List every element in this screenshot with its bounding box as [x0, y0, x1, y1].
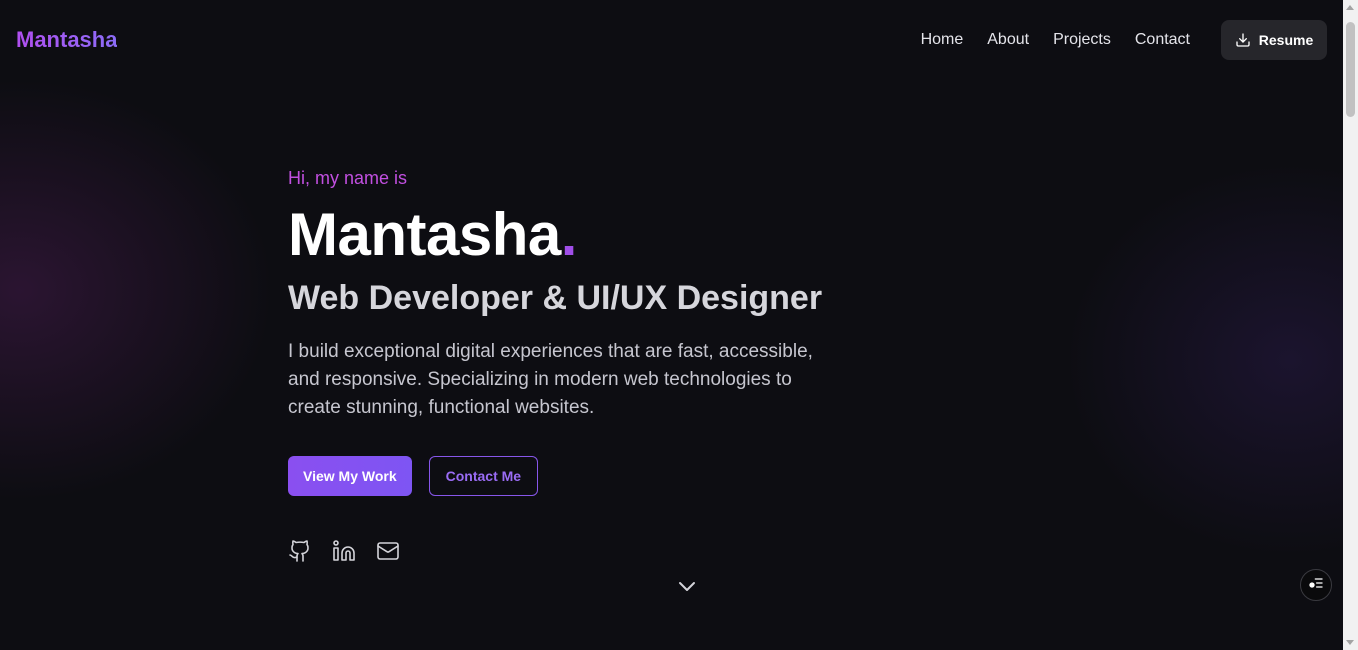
contact-me-button[interactable]: Contact Me: [428, 456, 539, 496]
hero-name-text: Mantasha: [288, 201, 561, 268]
resume-button[interactable]: Resume: [1221, 20, 1327, 60]
nav-home[interactable]: Home: [921, 31, 964, 49]
hero-name-dot: .: [560, 201, 578, 268]
scroll-up-arrow-icon[interactable]: [1346, 5, 1354, 10]
resume-label: Resume: [1258, 32, 1314, 48]
hero-section: Hi, my name is Mantasha. Web Developer &…: [288, 166, 888, 563]
download-icon: [1235, 32, 1251, 48]
social-links: [288, 539, 888, 563]
hero-actions: View My Work Contact Me: [288, 456, 888, 496]
nav-projects[interactable]: Projects: [1053, 31, 1111, 49]
list-settings-icon: [1308, 575, 1324, 596]
nav-about[interactable]: About: [987, 31, 1029, 49]
page-scrollbar[interactable]: [1343, 0, 1358, 650]
hero-greeting: Hi, my name is: [288, 168, 408, 188]
hero-role: Web Developer & UI/UX Designer: [288, 279, 823, 317]
site-logo[interactable]: Mantasha: [16, 27, 117, 53]
chevron-down-icon[interactable]: [675, 574, 699, 598]
hero-name: Mantasha.: [288, 204, 888, 266]
mail-icon[interactable]: [376, 539, 400, 563]
nav-contact[interactable]: Contact: [1135, 31, 1190, 49]
scroll-down-arrow-icon[interactable]: [1346, 640, 1354, 645]
scrollbar-thumb[interactable]: [1346, 22, 1355, 117]
github-icon[interactable]: [288, 539, 312, 563]
view-my-work-button[interactable]: View My Work: [288, 456, 412, 496]
linkedin-icon[interactable]: [332, 539, 356, 563]
hero-description: I build exceptional digital experiences …: [288, 341, 813, 418]
main-nav: Home About Projects Contact: [921, 31, 1190, 49]
page: Mantasha Home About Projects Contact Res…: [0, 0, 1343, 650]
accessibility-menu-button[interactable]: [1300, 569, 1332, 601]
